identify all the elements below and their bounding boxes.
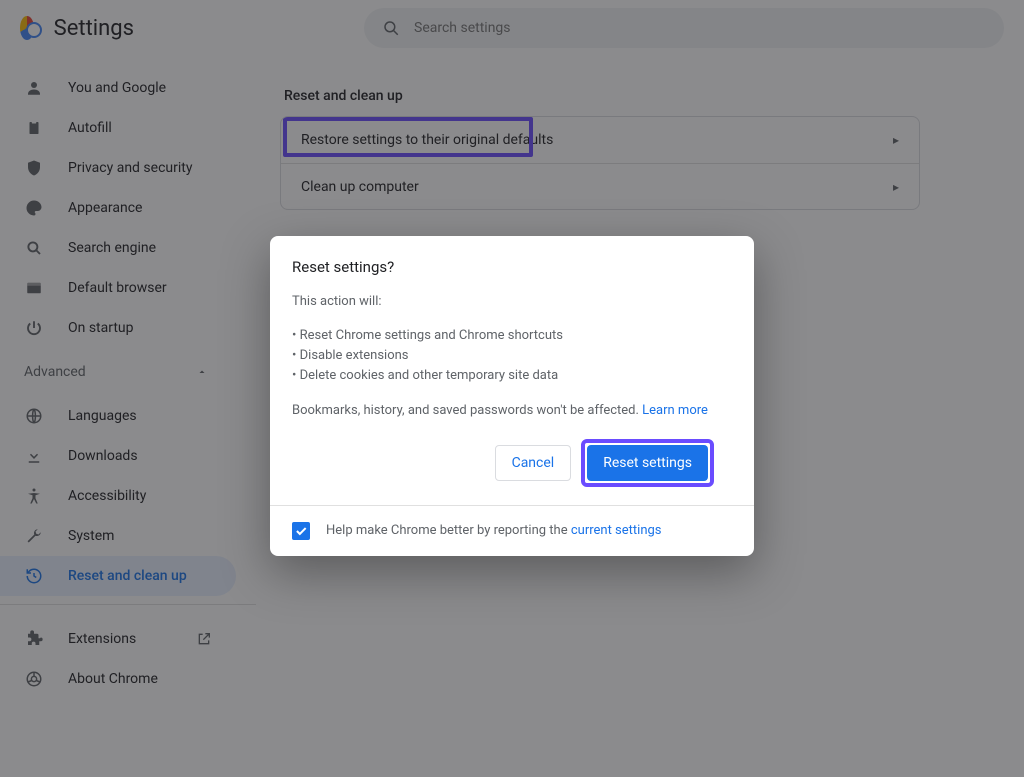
dialog-description: This action will: Reset Chrome settings … <box>292 292 732 421</box>
current-settings-link[interactable]: current settings <box>571 523 662 538</box>
modal-overlay: Reset settings? This action will: Reset … <box>0 0 1024 777</box>
dialog-bullet: Reset Chrome settings and Chrome shortcu… <box>292 326 732 346</box>
reset-settings-dialog: Reset settings? This action will: Reset … <box>270 236 754 556</box>
learn-more-link[interactable]: Learn more <box>642 403 708 418</box>
footer-text: Help make Chrome better by reporting the <box>326 523 571 538</box>
reset-settings-button[interactable]: Reset settings <box>587 445 708 481</box>
dialog-intro: This action will: <box>292 292 732 312</box>
dialog-bullet: Disable extensions <box>292 346 732 366</box>
dialog-bullet: Delete cookies and other temporary site … <box>292 366 732 386</box>
dialog-title: Reset settings? <box>292 258 732 276</box>
report-settings-checkbox[interactable] <box>292 522 310 540</box>
annotation-highlight: Reset settings <box>581 439 714 487</box>
dialog-note: Bookmarks, history, and saved passwords … <box>292 403 642 418</box>
cancel-button[interactable]: Cancel <box>495 445 572 481</box>
